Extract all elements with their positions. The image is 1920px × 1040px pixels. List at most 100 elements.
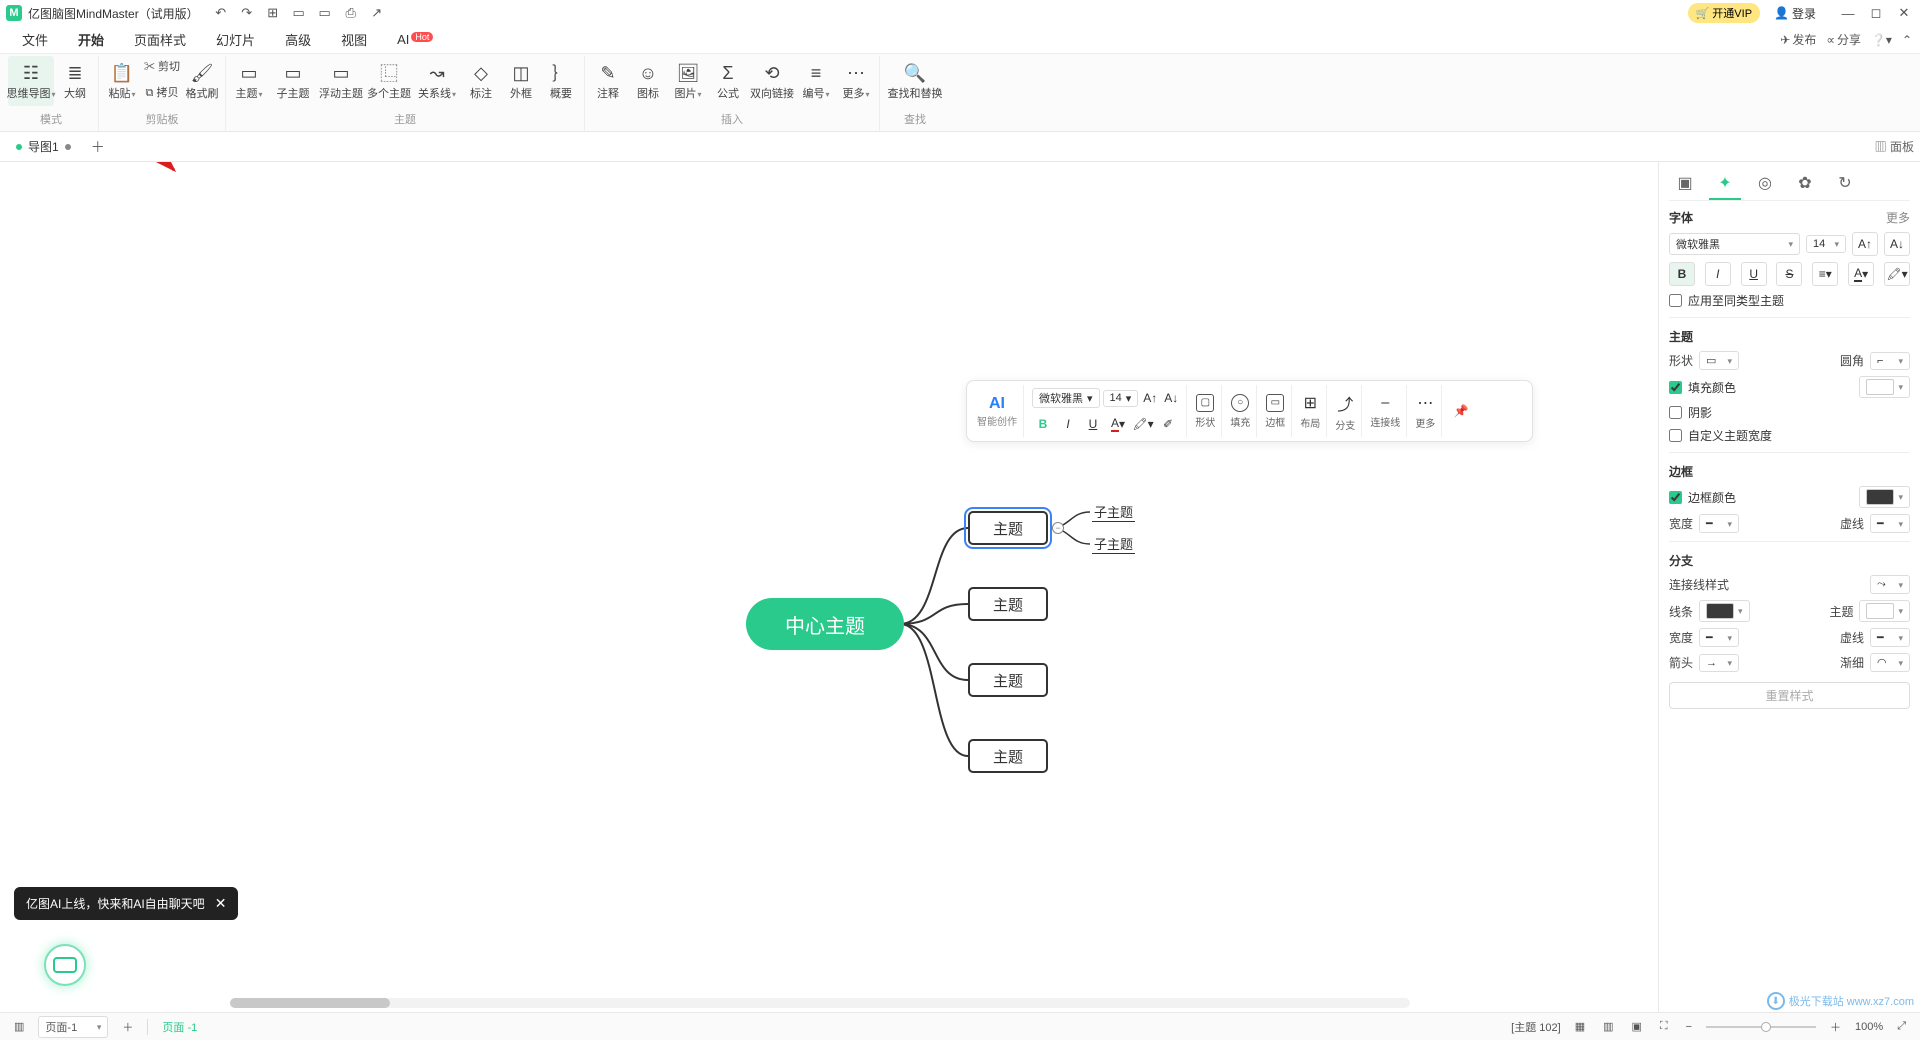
- sp-italic-button[interactable]: I: [1705, 262, 1731, 286]
- ft-more-button[interactable]: ⋯更多: [1415, 393, 1435, 430]
- expand-collapse-button[interactable]: −: [1052, 522, 1064, 534]
- mode-mindmap-button[interactable]: ☷思维导图: [8, 56, 54, 106]
- sp-bold-button[interactable]: B: [1669, 262, 1695, 286]
- fit-screen-icon[interactable]: ⛶: [1656, 1018, 1672, 1035]
- paste-button[interactable]: 📋粘贴: [103, 56, 141, 108]
- save-icon[interactable]: ▭: [317, 5, 333, 21]
- ft-fill-button[interactable]: ○填充: [1230, 394, 1250, 429]
- topic-node-3[interactable]: 主题: [968, 663, 1048, 697]
- copy-button[interactable]: ⧉ 拷贝: [143, 82, 181, 108]
- sp-line-color-select[interactable]: [1699, 600, 1750, 622]
- zoom-slider[interactable]: [1706, 1024, 1816, 1030]
- vip-button[interactable]: 🛒 开通VIP: [1688, 3, 1760, 23]
- view-mode-1-icon[interactable]: ▦: [1571, 1018, 1589, 1035]
- sp-fill-color-select[interactable]: [1859, 376, 1910, 398]
- menu-ai[interactable]: AIHot: [383, 29, 447, 50]
- mode-outline-button[interactable]: ≣大纲: [56, 56, 94, 106]
- numbering-button[interactable]: ≡编号: [797, 56, 835, 106]
- ft-font-select[interactable]: 微软雅黑 ▾: [1032, 388, 1100, 408]
- print-icon[interactable]: ⎙: [343, 5, 359, 21]
- sp-tab-history-icon[interactable]: ↻: [1829, 168, 1861, 200]
- sp-shape-select[interactable]: ▭: [1699, 351, 1739, 370]
- sp-branch-width-select[interactable]: ━: [1699, 628, 1739, 647]
- icon-button[interactable]: ☺图标: [629, 56, 667, 106]
- collapse-ribbon-icon[interactable]: ⌃: [1902, 33, 1912, 47]
- note-button[interactable]: ✎注释: [589, 56, 627, 106]
- topic-node-2[interactable]: 主题: [968, 587, 1048, 621]
- hyperlink-button[interactable]: ⟲双向链接: [749, 56, 795, 106]
- ft-layout-button[interactable]: ⊞布局: [1300, 393, 1320, 430]
- menu-view[interactable]: 视图: [327, 27, 381, 52]
- sp-font-more[interactable]: 更多: [1886, 209, 1910, 226]
- tab-doc1[interactable]: 导图1: [6, 134, 81, 159]
- sp-arrow-select[interactable]: →: [1699, 654, 1739, 672]
- view-mode-3-icon[interactable]: ▣: [1628, 1018, 1646, 1035]
- multiple-topic-button[interactable]: ⿺多个主题: [366, 56, 412, 106]
- canvas-area[interactable]: 中心主题 主题 − 子主题 子主题 主题 主题 主题 AI 智能创作 微软雅黑 …: [0, 162, 1658, 1012]
- sp-border-color-select[interactable]: [1859, 486, 1910, 508]
- zoom-in-button[interactable]: ＋: [1826, 1017, 1845, 1037]
- sp-tab-clipart-icon[interactable]: ✿: [1789, 168, 1821, 200]
- reset-style-button[interactable]: 重置样式: [1669, 682, 1910, 709]
- share-button[interactable]: ∝ 分享: [1826, 31, 1861, 48]
- ft-shrink-font-icon[interactable]: A↓: [1162, 387, 1180, 409]
- export-icon[interactable]: ↗: [369, 5, 385, 21]
- subtopic-node-2[interactable]: 子主题: [1092, 534, 1135, 554]
- horizontal-scrollbar[interactable]: [230, 998, 1410, 1008]
- menu-page-style[interactable]: 页面样式: [120, 27, 200, 52]
- add-page-button[interactable]: ＋: [118, 1017, 137, 1037]
- sp-shadow-check[interactable]: 阴影: [1669, 404, 1910, 421]
- subtopic-button[interactable]: ▭子主题: [270, 56, 316, 106]
- ft-branch-button[interactable]: ⤴分支: [1335, 391, 1355, 432]
- ai-toast-close-icon[interactable]: ✕: [215, 895, 227, 912]
- help-icon[interactable]: ❔▾: [1871, 33, 1892, 47]
- open-icon[interactable]: ▭: [291, 5, 307, 21]
- sp-border-width-select[interactable]: ━: [1699, 514, 1739, 533]
- fullscreen-icon[interactable]: ⤢: [1893, 1018, 1910, 1035]
- menu-advanced[interactable]: 高级: [271, 27, 325, 52]
- sp-custom-width-check[interactable]: 自定义主题宽度: [1669, 427, 1910, 444]
- more-insert-button[interactable]: ⋯更多: [837, 56, 875, 106]
- sp-fill-color-check[interactable]: 填充颜色: [1669, 379, 1736, 396]
- topic-node-4[interactable]: 主题: [968, 739, 1048, 773]
- topic-button[interactable]: ▭主题: [230, 56, 268, 106]
- sp-tab-icon-icon[interactable]: ◎: [1749, 168, 1781, 200]
- subtopic-node-1[interactable]: 子主题: [1092, 502, 1135, 522]
- new-doc-icon[interactable]: ⊞: [265, 5, 281, 21]
- sp-grow-font-icon[interactable]: A↑: [1852, 232, 1878, 256]
- ft-border-button[interactable]: ▭边框: [1265, 394, 1285, 429]
- ft-italic-button[interactable]: I: [1057, 413, 1079, 435]
- page-select[interactable]: 页面-1: [38, 1016, 108, 1038]
- sp-border-dash-select[interactable]: ━: [1870, 514, 1910, 533]
- formula-button[interactable]: Σ公式: [709, 56, 747, 106]
- view-mode-2-icon[interactable]: ▥: [1599, 1018, 1617, 1035]
- login-button[interactable]: 👤 登录: [1774, 5, 1816, 22]
- sp-font-color-button[interactable]: A▾: [1848, 262, 1874, 286]
- menu-slideshow[interactable]: 幻灯片: [202, 27, 269, 52]
- callout-button[interactable]: ◇标注: [462, 56, 500, 106]
- floating-topic-button[interactable]: ▭浮动主题: [318, 56, 364, 106]
- cut-button[interactable]: ✂ 剪切: [143, 56, 181, 82]
- sp-corner-select[interactable]: ⌐: [1870, 352, 1910, 370]
- page-list-icon[interactable]: ▥: [10, 1018, 28, 1035]
- ft-shape-button[interactable]: ▢形状: [1195, 394, 1215, 429]
- ft-ai-button[interactable]: AI 智能创作: [971, 385, 1024, 437]
- sp-strike-button[interactable]: S: [1776, 262, 1802, 286]
- relation-button[interactable]: ↝关系线: [414, 56, 460, 106]
- undo-icon[interactable]: ↶: [213, 5, 229, 21]
- menu-file[interactable]: 文件: [8, 27, 62, 52]
- ft-pin-button[interactable]: 📌: [1450, 400, 1472, 422]
- minimize-icon[interactable]: —: [1838, 3, 1858, 23]
- ai-fab-button[interactable]: [44, 944, 86, 986]
- maximize-icon[interactable]: ◻: [1866, 3, 1886, 23]
- sp-border-color-check[interactable]: 边框颜色: [1669, 489, 1736, 506]
- publish-button[interactable]: ✈ 发布: [1780, 31, 1816, 48]
- boundary-button[interactable]: ◫外框: [502, 56, 540, 106]
- menu-start[interactable]: 开始: [64, 27, 118, 52]
- ft-grow-font-icon[interactable]: A↑: [1141, 387, 1159, 409]
- redo-icon[interactable]: ↷: [239, 5, 255, 21]
- panel-toggle-button[interactable]: ▥ 面板: [1875, 138, 1914, 155]
- image-button[interactable]: 🖼图片: [669, 56, 707, 106]
- sp-line-style-select[interactable]: ⤳: [1870, 575, 1910, 594]
- topic-node-1[interactable]: 主题: [968, 511, 1048, 545]
